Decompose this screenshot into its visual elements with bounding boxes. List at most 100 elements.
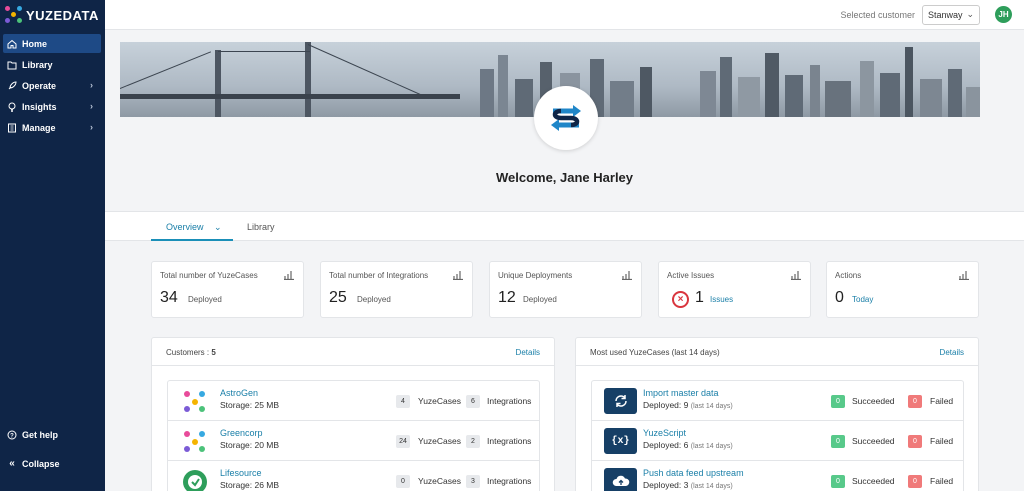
issues-link[interactable]: Issues	[710, 295, 733, 304]
yuzecases-count: 4	[396, 395, 410, 408]
stat-title: Actions	[835, 271, 862, 280]
failed-count: 0	[908, 475, 922, 488]
failed-label: Failed	[930, 396, 954, 406]
yuzecases-panel-header: Most used YuzeCases (last 14 days) Detai…	[576, 338, 978, 366]
list-item[interactable]: Push data feed upstream Deployed: 3 (las…	[592, 461, 963, 491]
customer-name-link[interactable]: Greencorp	[220, 428, 263, 438]
lightbulb-icon	[7, 102, 17, 112]
bar-chart-icon	[453, 271, 463, 280]
customer-name-link[interactable]: AstroGen	[220, 388, 258, 398]
succeeded-label: Succeeded	[852, 476, 895, 486]
customer-name-link[interactable]: Lifesource	[220, 468, 262, 478]
avatar[interactable]: JH	[995, 6, 1012, 23]
list-item[interactable]: Greencorp Storage: 20 MB 24 YuzeCases 2 …	[168, 421, 539, 461]
stat-sub: Deployed	[357, 295, 391, 304]
succeeded-label: Succeeded	[852, 436, 895, 446]
customer-storage: Storage: 26 MB	[220, 480, 280, 490]
list-item[interactable]: Import master data Deployed: 9 (last 14 …	[592, 381, 963, 421]
library-icon	[7, 60, 17, 70]
tab-bar: Overview ⌄ Library	[105, 211, 1024, 241]
stat-title: Active Issues	[667, 271, 715, 280]
bar-chart-icon	[622, 271, 632, 280]
stat-card-integrations[interactable]: Total number of Integrations 25 Deployed	[320, 261, 473, 318]
stat-value: 25	[329, 289, 347, 306]
customer-logo-icon	[183, 470, 207, 491]
stat-card-actions[interactable]: Actions 0 Today	[826, 261, 979, 318]
collapse-icon: «	[9, 458, 15, 469]
chevron-right-icon: ›	[90, 80, 93, 90]
customers-panel: Customers : 5 Details AstroGen Storage: …	[151, 337, 555, 491]
bar-chart-icon	[959, 271, 969, 280]
yuzecase-deployed: Deployed: 6 (last 14 days)	[643, 440, 733, 450]
stat-card-yuzecases[interactable]: Total number of YuzeCases 34 Deployed	[151, 261, 304, 318]
today-link[interactable]: Today	[852, 295, 873, 304]
integrations-count: 2	[466, 435, 480, 448]
list-item[interactable]: AstroGen Storage: 25 MB 4 YuzeCases 6 In…	[168, 381, 539, 421]
building-icon	[7, 123, 17, 133]
failed-label: Failed	[930, 476, 954, 486]
sidebar-item-manage[interactable]: Manage ›	[3, 118, 101, 137]
brand-logo-icon	[534, 86, 598, 150]
customers-details-link[interactable]: Details	[516, 348, 540, 357]
stat-card-active-issues[interactable]: Active Issues × 1 Issues	[658, 261, 811, 318]
sidebar-item-library[interactable]: Library	[3, 55, 101, 74]
customer-storage: Storage: 20 MB	[220, 440, 280, 450]
succeeded-count: 0	[831, 435, 845, 448]
stat-value: 12	[498, 289, 516, 306]
yuzecase-name-link[interactable]: YuzeScript	[643, 428, 686, 438]
sidebar-item-label: Home	[22, 38, 48, 49]
tab-library[interactable]: Library	[247, 222, 275, 232]
list-item[interactable]: {x} YuzeScript Deployed: 6 (last 14 days…	[592, 421, 963, 461]
get-help-button[interactable]: ? Get help	[3, 425, 101, 444]
stat-value: 1	[695, 289, 704, 306]
get-help-label: Get help	[22, 429, 59, 440]
sidebar-nav: Home Library Operate › Insights › Manage…	[0, 34, 105, 137]
script-icon: {x}	[604, 428, 637, 454]
sidebar-item-insights[interactable]: Insights ›	[3, 97, 101, 116]
sidebar-bottom: ? Get help « Collapse	[0, 424, 105, 483]
error-icon: ×	[672, 291, 689, 308]
tab-active-indicator	[151, 239, 233, 241]
cloud-upload-icon	[604, 468, 637, 491]
collapse-button[interactable]: « Collapse	[3, 454, 101, 473]
stat-value: 34	[160, 289, 178, 306]
sidebar: YUZEDATA Home Library Operate › Insights…	[0, 0, 105, 491]
stat-title: Total number of Integrations	[329, 271, 429, 280]
sidebar-item-home[interactable]: Home	[3, 34, 101, 53]
sidebar-item-operate[interactable]: Operate ›	[3, 76, 101, 95]
collapse-label: Collapse	[22, 458, 60, 469]
yuzecase-deployed: Deployed: 3 (last 14 days)	[643, 480, 733, 490]
yuzecases-details-link[interactable]: Details	[940, 348, 964, 357]
bar-chart-icon	[791, 271, 801, 280]
tab-overview[interactable]: Overview ⌄	[166, 222, 222, 233]
stat-sub: Deployed	[523, 295, 557, 304]
customer-logo-icon	[184, 431, 205, 452]
failed-label: Failed	[930, 436, 954, 446]
integrations-count: 3	[466, 475, 480, 488]
integrations-count: 6	[466, 395, 480, 408]
stat-value: 0	[835, 289, 844, 306]
yuzecase-name-link[interactable]: Push data feed upstream	[643, 468, 744, 478]
sidebar-item-label: Operate	[22, 80, 57, 91]
stat-sub: Deployed	[188, 295, 222, 304]
yuzecases-count: 0	[396, 475, 410, 488]
yuzecases-list: Import master data Deployed: 9 (last 14 …	[591, 380, 964, 491]
chevron-down-icon: ⌄	[214, 222, 222, 232]
integrations-label: Integrations	[487, 396, 532, 406]
sidebar-item-label: Library	[22, 59, 53, 70]
yuzecase-deployed: Deployed: 9 (last 14 days)	[643, 400, 733, 410]
customer-select[interactable]: Stanway ⌄	[922, 5, 980, 25]
list-item[interactable]: Lifesource Storage: 26 MB 0 YuzeCases 3 …	[168, 461, 539, 491]
integrations-label: Integrations	[487, 476, 532, 486]
sidebar-item-label: Insights	[22, 101, 57, 112]
logo[interactable]: YUZEDATA	[0, 0, 105, 30]
failed-count: 0	[908, 435, 922, 448]
yuzedata-logo-icon	[5, 6, 23, 24]
succeeded-label: Succeeded	[852, 396, 895, 406]
yuzecases-label: YuzeCases	[418, 476, 461, 486]
topbar: Selected customer Stanway ⌄ JH	[105, 0, 1024, 30]
integrations-label: Integrations	[487, 436, 532, 446]
yuzecase-name-link[interactable]: Import master data	[643, 388, 719, 398]
failed-count: 0	[908, 395, 922, 408]
stat-card-deployments[interactable]: Unique Deployments 12 Deployed	[489, 261, 642, 318]
